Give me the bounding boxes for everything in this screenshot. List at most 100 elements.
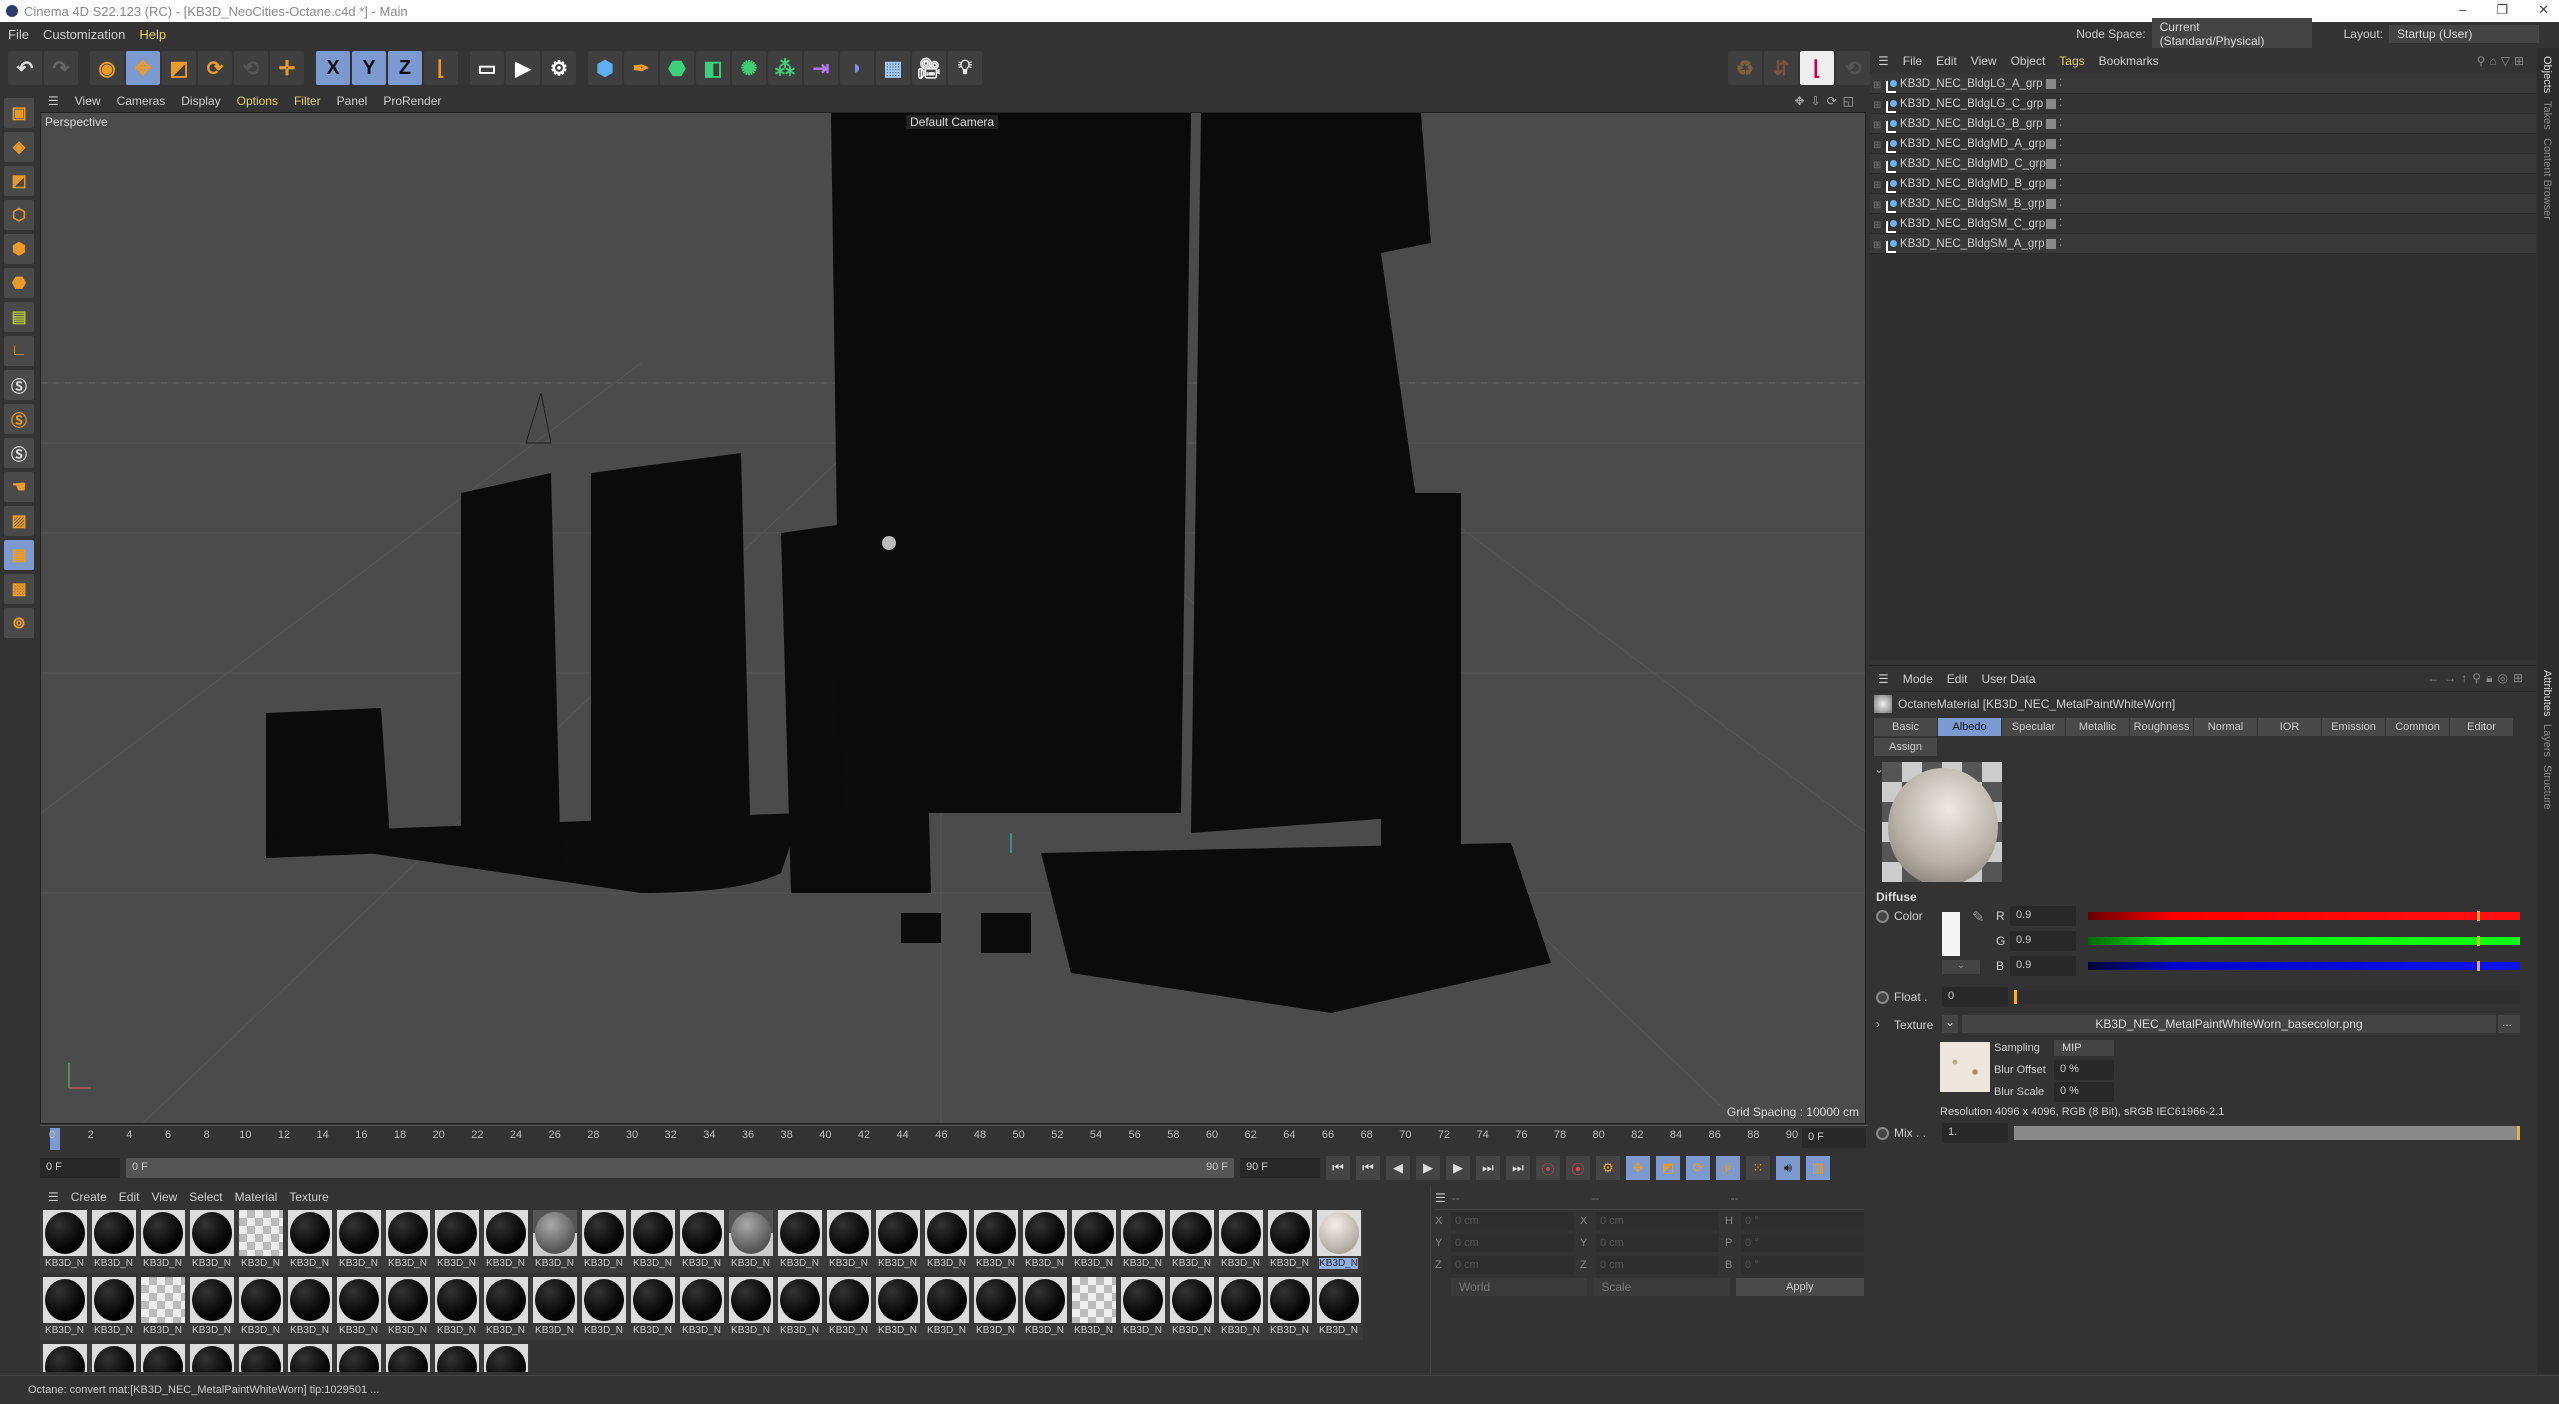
viewport-menu-display[interactable]: Display [181,94,220,108]
material-swatch[interactable]: KB3D_N [334,1344,383,1372]
r-slider[interactable] [2088,911,2520,921]
coord-field[interactable]: 0 ° [1741,1256,1864,1274]
material-swatch[interactable]: KB3D_N [236,1344,285,1372]
layout-dropdown[interactable]: Startup (User) [2389,25,2539,43]
film-icon[interactable]: ▥ [1806,1156,1830,1180]
expand-icon[interactable]: ⊞ [1873,140,1881,151]
cube-icon[interactable]: ⬢ [588,51,622,85]
search-filter-icons[interactable]: ⚲⌂▽⊞ [2477,54,2528,68]
material-swatch[interactable]: KB3D_N [1265,1210,1314,1273]
layer-dots-icon[interactable]: ⁚ [2059,178,2062,189]
material-swatch[interactable]: KB3D_N [1216,1210,1265,1273]
snap-settings-icon[interactable]: Ⓢ [4,404,34,434]
mix-field[interactable]: 1. [1942,1123,2008,1143]
material-swatch[interactable]: KB3D_N [1118,1277,1167,1340]
expand-icon[interactable]: ⊞ [1873,220,1881,231]
previous-key-icon[interactable]: ⏮ [1356,1156,1380,1180]
coord-field[interactable]: 0 ° [1741,1234,1864,1252]
attr-menu-user-data[interactable]: User Data [1981,672,2035,686]
viewport-nav-icons[interactable]: ✥⇩⟳◱ [1794,94,1860,108]
tab-takes[interactable]: Takes [2541,101,2553,130]
tab-attributes[interactable]: Attributes [2541,670,2553,716]
g-field[interactable]: 0.9 [2010,931,2076,951]
object-row[interactable]: ⊞ KB3D_NEC_BldgMD_B_grp ⁚ [1870,174,2536,194]
layer-dots-icon[interactable]: ⁚ [2059,198,2062,209]
coord-field[interactable]: 0 cm [1596,1256,1719,1274]
layer-dots-icon[interactable]: ⁚ [2059,98,2062,109]
x-axis-icon[interactable]: X [316,51,350,85]
octane-live-icon[interactable]: ♻ [1728,51,1762,85]
mat-menu-edit[interactable]: Edit [119,1190,140,1204]
edges-mode-icon[interactable]: ⬢ [4,234,34,264]
material-swatch[interactable]: KB3D_N [579,1277,628,1340]
material-swatch[interactable]: KB3D_N [1314,1277,1363,1340]
expand-texture-icon[interactable]: › [1876,1017,1880,1031]
y-axis-icon[interactable]: Y [352,51,386,85]
material-swatch[interactable]: KB3D_N [1020,1210,1069,1273]
end-frame-field[interactable]: 90 F [1240,1158,1320,1178]
node-space-dropdown[interactable]: Current (Standard/Physical) [2151,18,2312,50]
cloner-icon[interactable]: ✺ [732,51,766,85]
attr-tab[interactable]: Specular [2002,718,2065,736]
color-mode-dropdown[interactable]: ⌄ [1942,960,1980,974]
render-picture-viewer-icon[interactable]: ▶ [506,51,540,85]
viewport-menu-view[interactable]: View [75,94,101,108]
layer-dots-icon[interactable]: ⁚ [2059,158,2062,169]
attr-tab[interactable]: Common [2386,718,2449,736]
material-swatch[interactable]: KB3D_N [726,1210,775,1273]
mat-menu-texture[interactable]: Texture [289,1190,328,1204]
material-swatch[interactable]: KB3D_N [285,1344,334,1372]
texture-thumbnail[interactable] [1940,1042,1990,1092]
layer-dots-icon[interactable]: ⁚ [2059,78,2062,89]
material-swatch[interactable]: KB3D_N [971,1210,1020,1273]
expand-icon[interactable]: ⊞ [1873,180,1881,191]
render-view-icon[interactable]: ▭ [470,51,504,85]
coord-field[interactable]: 0 ° [1741,1212,1864,1230]
material-swatch[interactable]: KB3D_N [40,1210,89,1273]
hamburger-icon[interactable]: ☰ [48,94,59,108]
lock-workplane-icon[interactable]: ▩ [4,574,34,604]
visibility-toggle-icon[interactable] [2046,118,2056,129]
color-radio[interactable] [1876,910,1889,923]
attr-nav-icons[interactable]: ←→↑⚲🔒︎◎⊞ [2427,671,2528,686]
extrude-icon[interactable]: ◧ [696,51,730,85]
key-scale-icon[interactable]: ◩ [1656,1156,1680,1180]
record-icon[interactable]: ⦿ [1536,1156,1560,1180]
material-swatch[interactable]: KB3D_N [481,1344,530,1372]
material-swatch[interactable]: KB3D_N [579,1210,628,1273]
material-swatch[interactable]: KB3D_N [530,1210,579,1273]
move-icon[interactable]: ✥ [126,51,160,85]
redo-icon[interactable]: ↷ [44,51,78,85]
g-slider[interactable] [2088,936,2520,946]
attr-menu-mode[interactable]: Mode [1903,672,1933,686]
previous-frame-icon[interactable]: ◀ [1386,1156,1410,1180]
grid-icon[interactable]: ▦ [4,540,34,570]
material-swatch[interactable]: KB3D_N [334,1210,383,1273]
material-swatch[interactable]: KB3D_N [873,1277,922,1340]
camera-icon[interactable]: 🎥︎ [912,51,946,85]
camera-label[interactable]: Default Camera [906,115,999,129]
start-frame-field[interactable]: 0 F [40,1158,120,1178]
material-swatch[interactable]: KB3D_N [187,1277,236,1340]
eyedropper-icon[interactable]: ✎ [1972,908,1985,926]
material-swatch[interactable]: KB3D_N [1069,1210,1118,1273]
material-swatch[interactable]: KB3D_N [40,1344,89,1372]
material-swatch[interactable]: KB3D_N [1216,1277,1265,1340]
coord-scale-dropdown[interactable]: Scale [1593,1278,1730,1296]
hamburger-icon[interactable]: ☰ [1878,54,1889,68]
expand-icon[interactable]: ⊞ [1873,160,1881,171]
material-swatch[interactable]: KB3D_N [40,1277,89,1340]
attr-tab[interactable]: Roughness [2130,718,2193,736]
attr-tab[interactable]: Emission [2322,718,2385,736]
snap-workplane-icon[interactable]: Ⓢ [4,438,34,468]
material-preview[interactable] [1882,762,2002,882]
float-radio[interactable] [1876,991,1889,1004]
z-axis-icon[interactable]: Z [388,51,422,85]
visibility-toggle-icon[interactable] [2046,158,2056,169]
bend-icon[interactable]: ◗ [840,51,874,85]
close-button[interactable]: ✕ [2538,2,2549,18]
material-swatch[interactable]: KB3D_N [138,1210,187,1273]
go-to-start-icon[interactable]: ⏮ [1326,1156,1350,1180]
select-icon[interactable]: ◉ [90,51,124,85]
mat-menu-material[interactable]: Material [235,1190,278,1204]
